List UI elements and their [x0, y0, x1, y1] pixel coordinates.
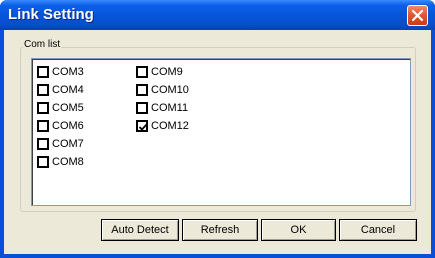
com7-checkbox[interactable]: [37, 138, 49, 150]
com4-checkbox[interactable]: [37, 84, 49, 96]
com-port-list[interactable]: COM3 COM4 COM5 COM6 COM7 COM8 COM9 COM10…: [31, 58, 411, 206]
com12-checkbox[interactable]: [136, 120, 148, 132]
port-label: COM4: [52, 84, 84, 96]
port-label: COM5: [52, 102, 84, 114]
com3-checkbox[interactable]: [37, 66, 49, 78]
close-icon: [411, 9, 424, 22]
com8-checkbox[interactable]: [37, 156, 49, 168]
com9-checkbox[interactable]: [136, 66, 148, 78]
com-list-label: Com list: [23, 39, 62, 50]
com11-checkbox[interactable]: [136, 102, 148, 114]
title-bar[interactable]: Link Setting: [0, 0, 435, 30]
port-label: COM7: [52, 138, 84, 150]
port-label: COM3: [52, 66, 84, 78]
cancel-button[interactable]: Cancel: [339, 219, 417, 241]
port-label: COM6: [52, 120, 84, 132]
port-label: COM9: [151, 66, 183, 78]
close-button[interactable]: [407, 5, 428, 26]
port-label: COM8: [52, 156, 84, 168]
port-label: COM11: [151, 102, 189, 114]
port-label: COM10: [151, 84, 189, 96]
link-setting-dialog: Link Setting Com list COM3 COM4 COM5 COM…: [0, 0, 435, 258]
com6-checkbox[interactable]: [37, 120, 49, 132]
window-title: Link Setting: [8, 6, 94, 23]
port-label: COM12: [151, 120, 189, 132]
ok-button[interactable]: OK: [261, 219, 336, 241]
checkmark-icon: [138, 123, 148, 131]
com5-checkbox[interactable]: [37, 102, 49, 114]
dialog-body: Com list COM3 COM4 COM5 COM6 COM7 COM8 C…: [4, 30, 431, 254]
auto-detect-button[interactable]: Auto Detect: [101, 219, 179, 241]
refresh-button[interactable]: Refresh: [182, 219, 258, 241]
com10-checkbox[interactable]: [136, 84, 148, 96]
